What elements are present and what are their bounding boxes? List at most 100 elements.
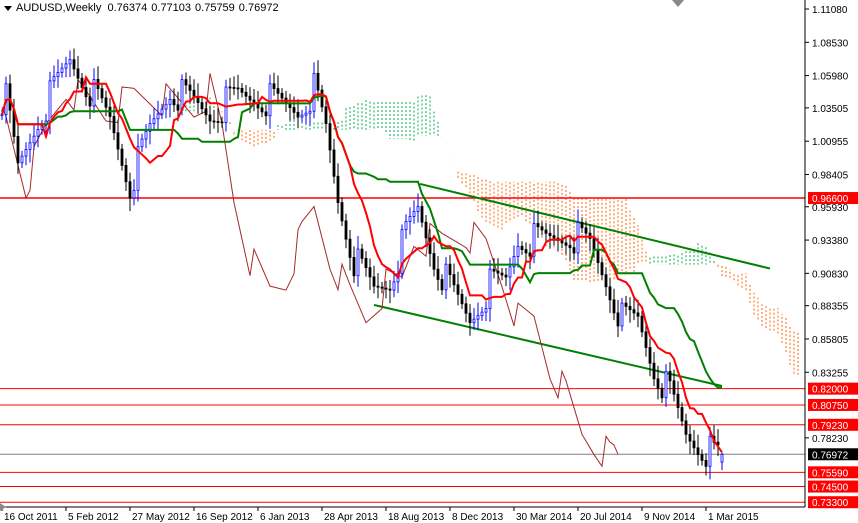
candle-body (700, 454, 704, 461)
candle-body (136, 146, 140, 191)
candle-body (500, 272, 504, 276)
candle-body (180, 79, 184, 111)
candle-body (356, 248, 360, 277)
candle-body (516, 245, 520, 257)
candle-body (464, 303, 468, 314)
candle-body (344, 220, 348, 240)
candle-body (440, 279, 444, 291)
candle-body (308, 110, 312, 114)
candle-body (384, 287, 388, 290)
y-tick-label: 1.00955 (812, 137, 849, 148)
level-label: 0.79230 (812, 421, 849, 432)
candle-body (164, 103, 168, 110)
candle-body (624, 302, 628, 307)
chikou-span-line (1, 73, 619, 468)
candle-body (548, 232, 552, 237)
y-tick-label: 1.03505 (812, 104, 849, 115)
level-label: 0.74500 (812, 483, 849, 494)
x-tick-label: 6 Jan 2013 (260, 512, 310, 523)
candle-body (228, 86, 232, 89)
x-tick-label: 9 Nov 2014 (644, 512, 696, 523)
candle-body (236, 87, 240, 90)
candle-body (420, 206, 424, 223)
candle-body (540, 226, 544, 231)
candle-body (636, 312, 640, 317)
candle-body (280, 92, 284, 99)
current-price-label: 0.76972 (812, 450, 849, 461)
level-label: 0.80750 (812, 401, 849, 412)
candle-body (388, 288, 392, 291)
chart-window: 1.11080 1.08530 1.05980 1.03505 1.00955 0.984… (0, 0, 858, 523)
candle-body (120, 148, 124, 166)
candle-body (708, 435, 712, 467)
candle-body (72, 59, 76, 70)
candle-body (484, 308, 488, 313)
candle-body (208, 114, 212, 122)
candle-body (380, 286, 384, 289)
candle-body (88, 96, 92, 107)
candle-body (504, 274, 508, 278)
candle-body (256, 103, 260, 109)
x-tick-label: 1 Mar 2015 (708, 512, 759, 523)
candle-body (664, 370, 668, 399)
candle-body (568, 244, 572, 249)
candle-body (104, 97, 108, 108)
dropdown-triangle-icon[interactable] (4, 5, 12, 11)
candle-body (496, 270, 500, 274)
candle-body (100, 88, 104, 99)
price-chart[interactable]: 1.11080 1.08530 1.05980 1.03505 1.00955 0.984… (0, 0, 858, 523)
candle-body (684, 420, 688, 435)
candle-body (232, 87, 236, 89)
y-tick-label: 0.98405 (812, 170, 849, 181)
y-tick-label: 0.83255 (812, 368, 849, 379)
candle-body (536, 223, 540, 228)
candle-body (312, 72, 316, 112)
level-label: 0.82000 (812, 385, 849, 396)
candle-body (572, 247, 576, 254)
candle-body (444, 263, 448, 291)
candle-body (608, 286, 612, 301)
candle-body (128, 181, 132, 199)
candle-body (140, 138, 144, 148)
candle-body (596, 250, 600, 264)
candle-body (352, 257, 356, 277)
level-label: 0.96600 (812, 194, 849, 205)
candle-body (644, 331, 648, 348)
candle-body (600, 262, 604, 276)
x-tick-label: 8 Dec 2013 (452, 512, 504, 523)
candle-body (564, 242, 568, 246)
candle-body (112, 116, 116, 134)
candle-body (116, 132, 120, 150)
candle-body (176, 104, 180, 111)
candle-body (188, 84, 192, 91)
y-tick-label: 0.90830 (812, 269, 849, 280)
candle-body (200, 102, 204, 110)
candle-body (432, 253, 436, 270)
candle-body (364, 257, 368, 269)
candle-body (156, 113, 160, 120)
open-value: 0.76374 (107, 2, 148, 14)
x-tick-label: 28 Apr 2013 (324, 512, 378, 523)
candle-body (652, 362, 656, 380)
candle-body (332, 149, 336, 177)
candle-body (524, 249, 528, 254)
y-tick-label: 0.93380 (812, 236, 849, 247)
candle-body (240, 87, 244, 93)
candle-body (76, 68, 80, 79)
candle-body (144, 130, 148, 140)
candle-body (368, 267, 372, 278)
x-tick-label: 18 Aug 2013 (388, 512, 445, 523)
candle-body (276, 88, 280, 94)
candle-body (272, 83, 276, 89)
candle-body (320, 89, 324, 108)
chart-header: AUDUSD,Weekly 0.76374 0.77103 0.75759 0.769… (4, 2, 283, 14)
candle-body (628, 305, 632, 311)
level-label: 0.73300 (812, 498, 849, 509)
candle-body (168, 99, 172, 105)
candle-body (28, 142, 32, 150)
candle-body (56, 71, 60, 78)
candle-body (160, 108, 164, 115)
candle-body (68, 59, 72, 65)
close-value: 0.76972 (238, 2, 279, 14)
candle-body (300, 114, 304, 118)
